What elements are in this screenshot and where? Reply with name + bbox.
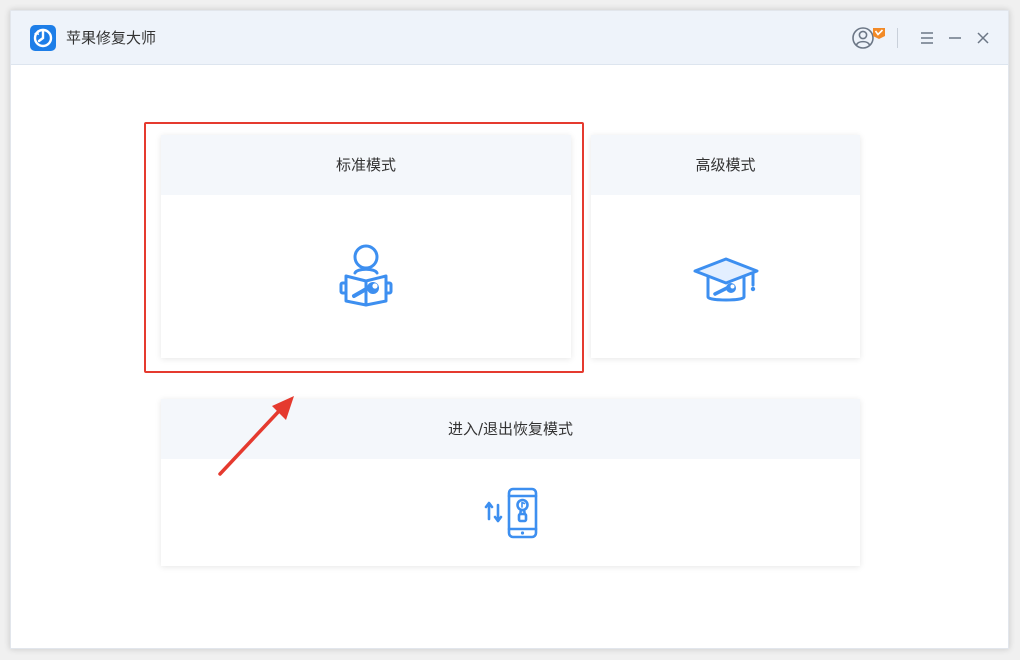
menu-icon[interactable] bbox=[917, 28, 937, 48]
title-bar: 苹果修复大师 bbox=[11, 11, 1008, 65]
app-window: 苹果修复大师 标准模式 高级模式 进入/退出恢复模式 bbox=[10, 10, 1009, 649]
user-vip-icon[interactable] bbox=[851, 25, 887, 51]
reader-wrench-icon bbox=[339, 244, 393, 307]
app-logo-icon bbox=[30, 25, 56, 51]
recovery-mode-card[interactable]: 进入/退出恢复模式 bbox=[161, 399, 860, 566]
minimize-icon[interactable] bbox=[945, 28, 965, 48]
standard-mode-card[interactable]: 标准模式 bbox=[161, 135, 571, 358]
graduation-cap-icon bbox=[693, 257, 759, 302]
close-icon[interactable] bbox=[973, 28, 993, 48]
app-title: 苹果修复大师 bbox=[66, 29, 157, 47]
phone-transfer-icon bbox=[484, 487, 538, 539]
recovery-mode-label: 进入/退出恢复模式 bbox=[161, 399, 860, 459]
standard-mode-label: 标准模式 bbox=[161, 135, 571, 195]
advanced-mode-card[interactable]: 高级模式 bbox=[591, 135, 860, 358]
advanced-mode-label: 高级模式 bbox=[591, 135, 860, 195]
title-bar-separator bbox=[897, 28, 898, 48]
